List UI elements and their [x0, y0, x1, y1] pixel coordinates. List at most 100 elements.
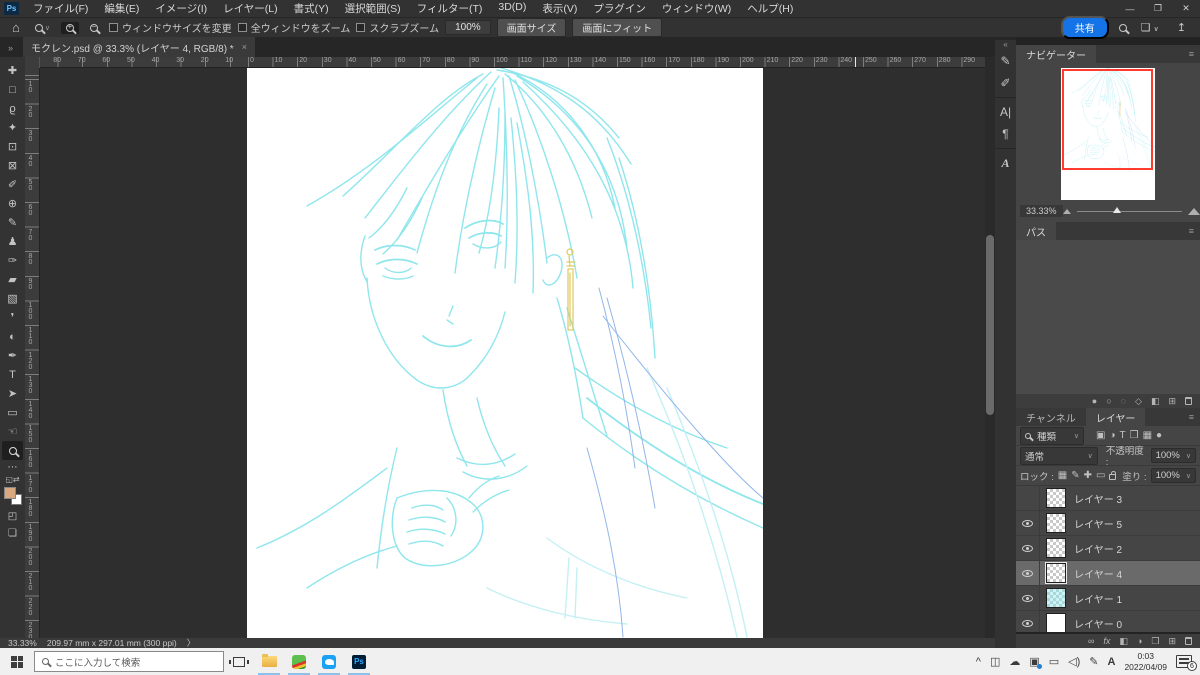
menu-item-2[interactable]: イメージ(I) — [147, 0, 215, 17]
menu-item-10[interactable]: ウィンドウ(W) — [654, 0, 739, 17]
menu-item-8[interactable]: 表示(V) — [534, 0, 585, 17]
move-tool[interactable]: ✚ — [2, 61, 23, 80]
zoom-tool[interactable] — [2, 441, 23, 460]
network-display-icon[interactable]: ▭ — [1049, 655, 1059, 668]
status-zoom-level[interactable]: 33.33% — [8, 638, 37, 648]
display-settings-icon[interactable]: ▣ — [1029, 655, 1042, 669]
type-tool[interactable]: T — [2, 365, 23, 384]
gradient-tool[interactable]: ▧ — [2, 289, 23, 308]
zoom-out-toggle[interactable]: − — [85, 22, 103, 34]
quick-selection-tool[interactable]: ✦ — [2, 118, 23, 137]
tab-navigator[interactable]: ナビゲーター — [1016, 45, 1096, 63]
photoshop-button[interactable]: Ps — [344, 648, 374, 675]
layer-row[interactable]: レイヤー 3 — [1016, 486, 1200, 511]
lock-all-icon[interactable] — [1109, 471, 1117, 480]
new-layer-icon[interactable]: ⊞ — [1168, 636, 1176, 647]
navigator-zoom-slider[interactable] — [1076, 206, 1182, 213]
layer-thumbnail[interactable] — [1046, 538, 1066, 558]
layer-thumbnail[interactable] — [1045, 562, 1067, 584]
marquee-tool[interactable]: □ — [2, 80, 23, 99]
tab-paths[interactable]: パス — [1016, 222, 1056, 240]
navigator-menu-icon[interactable]: ≡ — [1189, 49, 1194, 59]
filter-adjustment-layers-icon[interactable]: ◑ — [1109, 430, 1115, 441]
hand-tool[interactable]: ☜ — [2, 422, 23, 441]
fit-screen-size-button[interactable]: 画面サイズ — [496, 18, 567, 37]
tab-close-icon[interactable]: × — [242, 42, 247, 52]
tab-overflow-chevron[interactable]: » — [0, 43, 23, 57]
taskbar-clock[interactable]: 0:03 2022/04/09 — [1124, 651, 1167, 672]
zoom-in-mountain-icon[interactable] — [1188, 207, 1200, 215]
zoom-all-windows-checkbox[interactable]: 全ウィンドウをズーム — [237, 20, 350, 35]
glyphs-panel-icon[interactable]: A — [995, 152, 1016, 174]
vertical-scrollbar[interactable] — [985, 57, 995, 638]
crop-tool[interactable]: ⊡ — [2, 137, 23, 156]
visibility-toggle[interactable] — [1016, 611, 1040, 632]
visibility-toggle[interactable] — [1016, 511, 1040, 535]
task-view-button[interactable] — [224, 648, 254, 675]
resize-window-checkbox[interactable]: ウィンドウサイズを変更 — [108, 20, 232, 35]
blend-mode-dropdown[interactable]: 通常 ∨ — [1020, 446, 1098, 465]
brush-tool[interactable]: ✎ — [2, 213, 23, 232]
visibility-toggle[interactable] — [1016, 486, 1040, 510]
selection-as-path-icon[interactable]: ◇ — [1135, 396, 1142, 407]
pasteboard[interactable] — [40, 68, 985, 638]
ime-mode-icon[interactable]: A — [1108, 656, 1116, 668]
onedrive-cloud-icon[interactable]: ☁ — [1009, 655, 1020, 668]
new-path-icon[interactable]: ⊞ — [1168, 396, 1176, 407]
delete-layer-icon[interactable] — [1185, 637, 1192, 645]
filter-pixel-layers-icon[interactable]: ▣ — [1096, 430, 1105, 441]
lock-artboard-icon[interactable]: ▭ — [1096, 470, 1105, 481]
eraser-tool[interactable]: ▰ — [2, 270, 23, 289]
paths-list[interactable] — [1016, 240, 1200, 394]
layer-row[interactable]: レイヤー 0 — [1016, 611, 1200, 632]
layer-thumbnail[interactable] — [1046, 513, 1066, 533]
pen-icon[interactable]: ✎ — [1089, 655, 1098, 668]
menu-item-7[interactable]: 3D(D) — [490, 0, 534, 17]
layers-menu-icon[interactable]: ≡ — [1189, 412, 1194, 422]
vertical-scrollbar-thumb[interactable] — [986, 235, 994, 415]
path-selection-tool[interactable]: ➤ — [2, 384, 23, 403]
canvas[interactable] — [247, 68, 763, 638]
navigator-zoom-slider-thumb[interactable] — [1113, 206, 1122, 213]
pen-tool[interactable]: ✒ — [2, 346, 23, 365]
layer-row[interactable]: レイヤー 5 — [1016, 511, 1200, 536]
device-icon[interactable]: ◫ — [990, 655, 1000, 668]
menu-item-11[interactable]: ヘルプ(H) — [739, 0, 801, 17]
paragraph-panel-icon[interactable]: ¶ — [995, 123, 1016, 145]
document-tab[interactable]: モクレン.psd @ 33.3% (レイヤー 4, RGB/8) * × — [23, 37, 255, 57]
history-brush-tool[interactable]: ✑ — [2, 251, 23, 270]
edit-toolbar-icon[interactable]: ⋯ — [8, 462, 18, 473]
minimize-button[interactable]: — — [1116, 0, 1144, 17]
taskbar-search-input[interactable]: ここに入力して検索 — [34, 651, 224, 672]
home-icon[interactable]: ⌂ — [8, 20, 24, 35]
horizontal-ruler[interactable]: 80 70 60 50 40 30 20 10 0 10 20 30 40 50 60 70 80 90 100 11… — [40, 57, 993, 68]
scrubby-zoom-checkbox[interactable]: スクラブズーム — [356, 20, 439, 35]
screen-mode-icon[interactable]: ❏ — [8, 528, 17, 539]
lasso-tool[interactable]: ϱ — [2, 99, 23, 118]
twitter-button[interactable] — [314, 648, 344, 675]
menu-item-3[interactable]: レイヤー(L) — [215, 0, 286, 17]
filter-type-layers-icon[interactable]: T — [1120, 430, 1126, 441]
zoom-out-mountain-icon[interactable] — [1062, 208, 1071, 214]
layer-row[interactable]: レイヤー 2 — [1016, 536, 1200, 561]
navigator-zoom-value[interactable]: 33.33% — [1020, 205, 1063, 217]
navigator-view-box[interactable] — [1062, 69, 1153, 170]
swap-colors-icon[interactable]: ◱⇄ — [5, 475, 19, 485]
brushes-panel-icon[interactable]: ✐ — [995, 72, 1016, 94]
brush-settings-panel-icon[interactable]: ✎ — [995, 50, 1016, 72]
hidden-icons-chevron[interactable]: ^ — [976, 656, 981, 668]
share-button[interactable]: 共有 — [1060, 16, 1109, 39]
expand-panels-icon[interactable]: « — [1003, 40, 1007, 50]
menu-item-6[interactable]: フィルター(T) — [409, 0, 491, 17]
action-center-icon[interactable]: 6 — [1176, 655, 1197, 671]
delete-path-icon[interactable] — [1185, 397, 1192, 405]
stroke-path-icon[interactable]: ○ — [1106, 396, 1111, 406]
speaker-icon[interactable]: ◁) — [1068, 655, 1080, 668]
visibility-toggle[interactable] — [1016, 586, 1040, 610]
zoom-in-toggle[interactable]: + — [60, 21, 79, 34]
lock-paint-icon[interactable]: ✎ — [1071, 470, 1079, 481]
paths-menu-icon[interactable]: ≡ — [1189, 226, 1194, 236]
layer-style-fx-icon[interactable]: fx — [1103, 636, 1110, 646]
visibility-toggle[interactable] — [1016, 536, 1040, 560]
add-layer-mask-icon[interactable]: ◧ — [1119, 636, 1128, 647]
